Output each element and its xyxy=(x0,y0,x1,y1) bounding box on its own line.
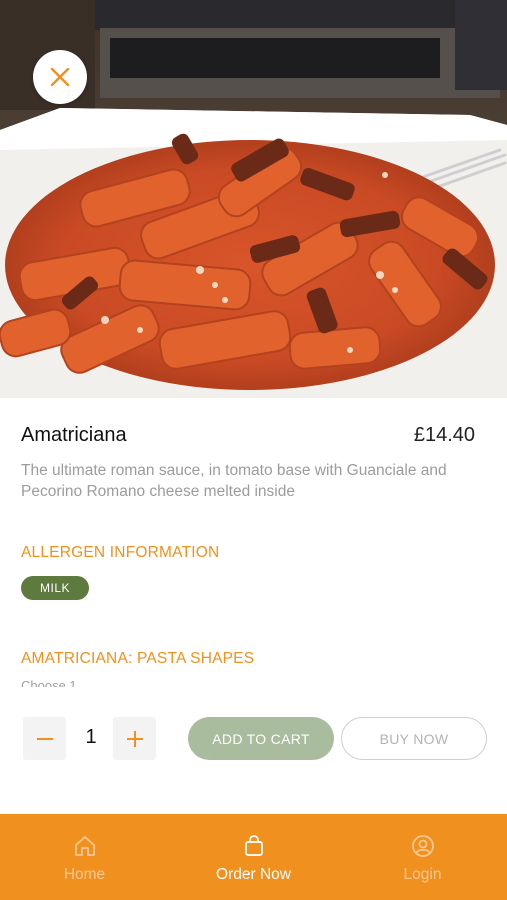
minus-icon xyxy=(36,737,53,740)
user-icon xyxy=(411,835,434,857)
tab-login[interactable]: Login xyxy=(338,814,507,900)
item-description: The ultimate roman sauce, in tomato base… xyxy=(21,462,447,500)
add-to-cart-button[interactable]: ADD TO CART xyxy=(188,717,334,760)
close-button[interactable] xyxy=(33,50,87,104)
allergen-heading: ALLERGEN INFORMATION xyxy=(21,544,220,561)
tab-home[interactable]: Home xyxy=(0,814,169,900)
item-price: £14.40 xyxy=(413,424,475,446)
bottom-tab-bar: Home Order Now Login xyxy=(0,814,507,900)
plus-icon xyxy=(126,730,143,747)
tab-order-now-label: Order Now xyxy=(216,866,291,883)
choose-hint: Choose 1 xyxy=(21,678,77,687)
decrease-quantity-button[interactable] xyxy=(23,717,66,760)
quantity-value: 1 xyxy=(85,726,97,748)
allergen-badge-milk: MILK xyxy=(21,576,90,600)
cart-controls: 1 ADD TO CART BUY NOW xyxy=(0,716,507,762)
close-icon xyxy=(50,67,70,87)
pasta-shapes-heading: AMATRICIANA: PASTA SHAPES xyxy=(21,650,255,667)
tab-order-now[interactable]: Order Now xyxy=(169,814,338,900)
increase-quantity-button[interactable] xyxy=(113,717,156,760)
bag-icon xyxy=(244,835,263,856)
home-icon xyxy=(74,836,95,856)
tab-login-label: Login xyxy=(403,866,442,883)
tab-home-label: Home xyxy=(63,866,106,883)
item-name: Amatriciana xyxy=(21,424,127,446)
dish-photo xyxy=(0,0,507,398)
buy-now-button[interactable]: BUY NOW xyxy=(341,717,487,760)
title-row: Amatriciana £14.40 xyxy=(21,424,475,447)
